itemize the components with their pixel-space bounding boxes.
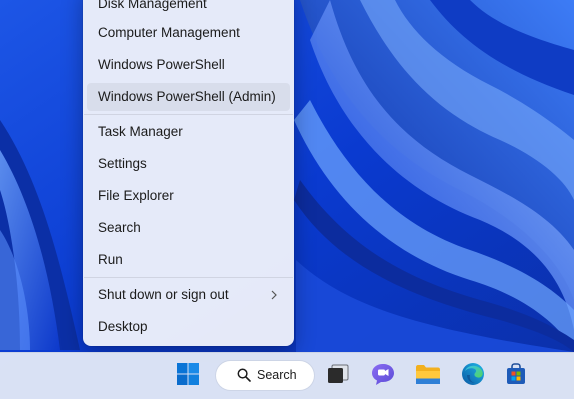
start-button[interactable] [170,358,206,394]
edge-browser-button[interactable] [455,358,491,394]
menu-item-task-manager[interactable]: Task Manager [87,118,290,146]
menu-item-windows-powershell-admin[interactable]: Windows PowerShell (Admin) [87,83,290,111]
menu-item-file-explorer[interactable]: File Explorer [87,182,290,210]
menu-separator [84,277,293,278]
task-view-icon [327,364,349,389]
menu-item-run[interactable]: Run [87,246,290,274]
file-explorer-button[interactable] [410,358,446,394]
teams-chat-icon [371,363,395,390]
menu-item-shut-down-or-sign-out[interactable]: Shut down or sign out [87,281,290,309]
search-label: Search [257,368,297,382]
menu-item-computer-management[interactable]: Computer Management [87,19,290,47]
menu-item-desktop[interactable]: Desktop [87,313,290,341]
file-explorer-icon [415,363,441,390]
menu-item-settings[interactable]: Settings [87,150,290,178]
menu-separator [84,114,293,115]
menu-item-label: Shut down or sign out [98,287,229,302]
menu-item-search[interactable]: Search [87,214,290,242]
search-icon [237,368,251,387]
windows-logo-icon [177,362,199,390]
menu-item-disk-management[interactable]: Disk Management [87,0,290,18]
teams-chat-button[interactable] [365,358,401,394]
microsoft-store-icon [505,362,527,390]
taskbar-search-box[interactable]: Search [216,361,314,390]
edge-browser-icon [461,362,485,391]
microsoft-store-button[interactable] [498,358,534,394]
menu-item-windows-powershell[interactable]: Windows PowerShell [87,51,290,79]
taskbar: Search [0,352,574,399]
task-view-button[interactable] [320,358,356,394]
quick-link-menu: Disk Management Computer Management Wind… [83,0,294,346]
